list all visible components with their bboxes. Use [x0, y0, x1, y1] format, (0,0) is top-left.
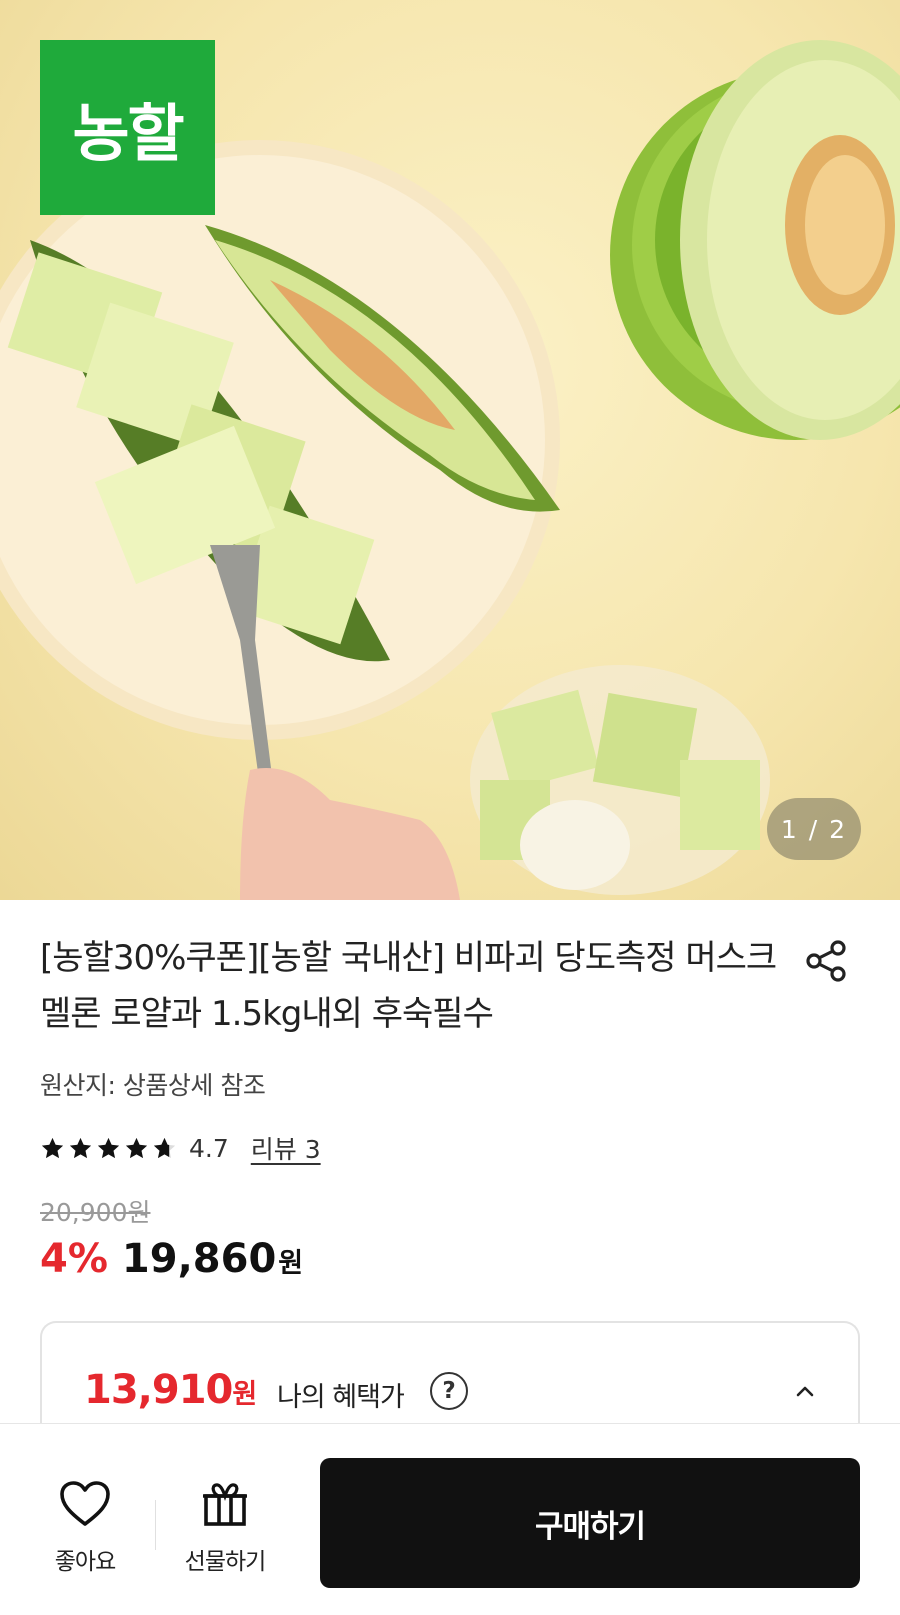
discount-rate: 4%	[40, 1236, 108, 1282]
star-icon	[69, 1137, 92, 1158]
rating-stars	[40, 1136, 177, 1161]
gift-label: 선물하기	[184, 1549, 267, 1575]
question-circle-icon[interactable]: ?	[430, 1372, 468, 1410]
chevron-up-icon[interactable]	[792, 1378, 818, 1404]
rating-value: 4.7	[189, 1133, 229, 1163]
bottom-action-bar: 좋아요 선물하기 구매하기	[0, 1423, 900, 1615]
brand-badge: 농할	[40, 40, 215, 215]
benefit-price-currency: 원	[232, 1379, 258, 1410]
buy-button[interactable]: 구매하기	[320, 1458, 860, 1588]
product-image[interactable]: 농할 1 / 2	[0, 0, 900, 900]
bar-divider	[155, 1500, 156, 1550]
sale-price: 19,860	[121, 1236, 277, 1282]
star-half-icon	[153, 1137, 176, 1158]
buy-label: 구매하기	[534, 1508, 646, 1545]
share-button[interactable]	[802, 936, 852, 986]
star-icon	[97, 1137, 120, 1158]
product-title: [농할30%쿠폰][농할 국내산] 비파괴 당도측정 머스크멜론 로얄과 1.5…	[40, 938, 777, 1034]
heart-icon	[60, 1481, 110, 1526]
origin-info: 원산지: 상품상세 참조	[40, 1071, 266, 1100]
original-price: 20,900원	[40, 1198, 151, 1227]
sale-price-currency: 원	[278, 1248, 304, 1279]
star-icon	[41, 1137, 64, 1158]
brand-badge-text: 농할	[72, 96, 184, 170]
benefit-price-value: 13,910	[84, 1367, 233, 1413]
benefit-label: 나의 혜택가	[277, 1382, 405, 1413]
benefit-price: 13,910 원	[84, 1367, 257, 1413]
review-count-link[interactable]: 리뷰 3	[251, 1130, 321, 1166]
share-icon	[806, 940, 846, 982]
image-page-indicator: 1 / 2	[767, 798, 861, 860]
like-button[interactable]: 좋아요	[30, 1480, 140, 1576]
gift-button[interactable]: 선물하기	[165, 1480, 285, 1576]
rating-row: 4.7 리뷰 3	[40, 1130, 321, 1166]
star-icon	[125, 1137, 148, 1158]
like-label: 좋아요	[54, 1549, 116, 1575]
gift-icon	[203, 1483, 247, 1526]
sale-price-row: 4% 19,860 원	[40, 1236, 303, 1282]
